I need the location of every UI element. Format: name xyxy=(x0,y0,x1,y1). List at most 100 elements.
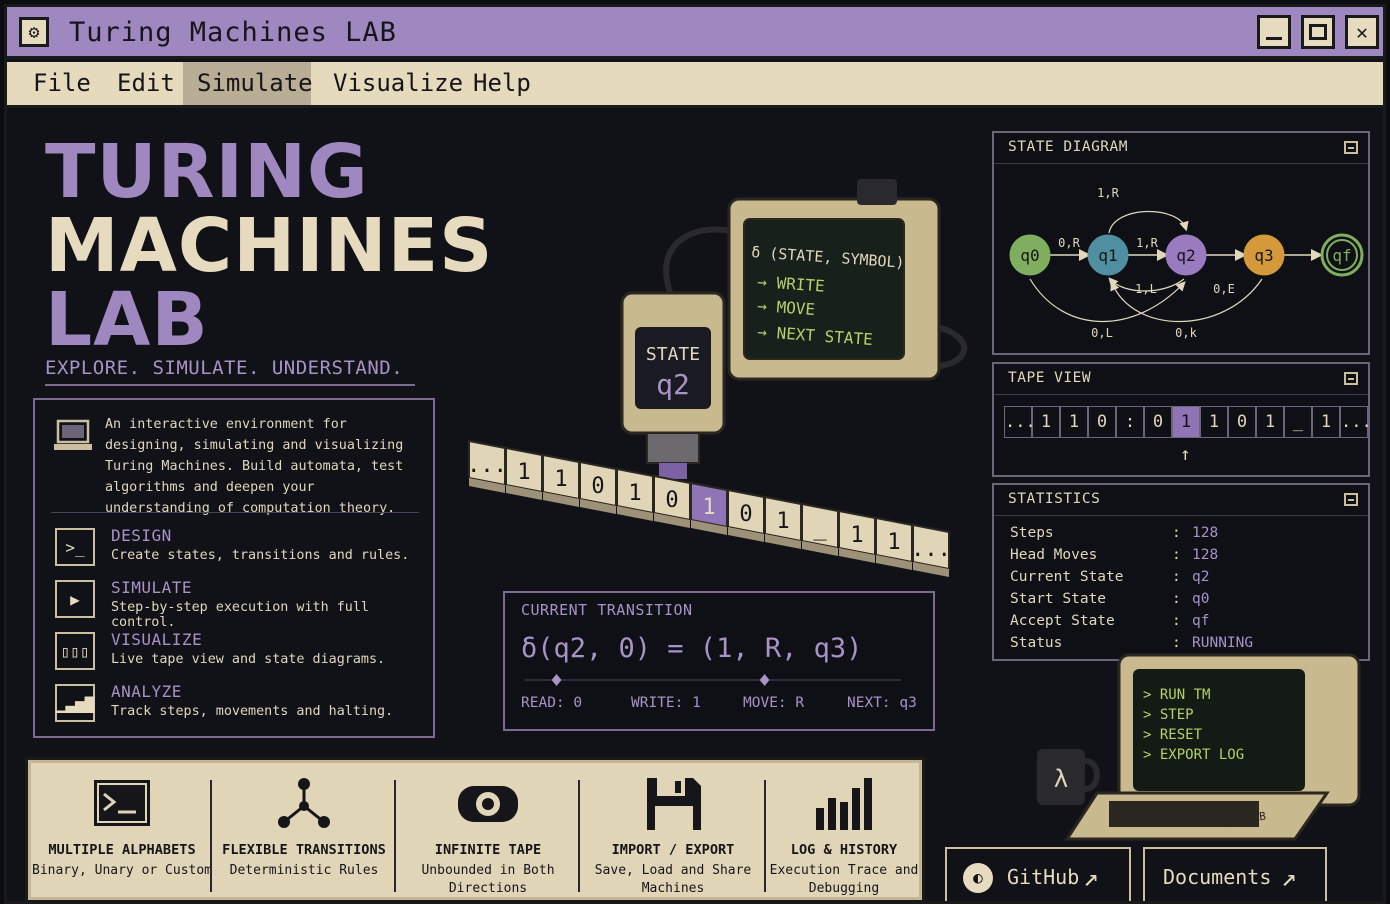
turing-machine-illustration: δ (STATE, SYMBOL) → WRITE → MOVE → NEXT … xyxy=(467,179,968,577)
menu-simulate[interactable]: Simulate xyxy=(183,62,313,105)
tape-view-cell: ... xyxy=(1004,406,1036,438)
stat-row: Steps : 128 xyxy=(1010,525,1219,541)
feature-title: LOG & HISTORY xyxy=(790,842,898,858)
tape-view-cell: 1 xyxy=(1312,406,1340,438)
edge-label: 0,R xyxy=(1058,236,1080,250)
feature-simulate: ▶ SIMULATE Step-by-step execution with f… xyxy=(51,578,427,630)
tape-cell: _ xyxy=(801,502,839,556)
tape-symbol: 0 xyxy=(591,474,604,499)
menu-bar: File Edit Simulate Visualize Help xyxy=(7,62,1383,108)
panel-title: STATE DIAGRAM xyxy=(1008,139,1128,155)
stat-value: 128 xyxy=(1192,547,1219,563)
stat-row: Start State : q0 xyxy=(1010,591,1210,607)
menu-file[interactable]: File xyxy=(19,62,105,105)
feature-title: VISUALIZE xyxy=(111,630,203,649)
divider xyxy=(994,394,1368,395)
state-diagram: 1,R 0,R 1,R 1,L 0,E 0,L 0,k q0 q1 q2 q3 qf xyxy=(1009,186,1364,340)
head-arrow-icon: ↑ xyxy=(1180,444,1191,465)
tape-symbol: 0 xyxy=(665,488,678,513)
stat-value: q0 xyxy=(1192,591,1210,607)
feature-title: MULTIPLE ALPHABETS xyxy=(48,842,196,858)
next-value: NEXT: q3 xyxy=(847,695,917,711)
menu-edit[interactable]: Edit xyxy=(103,62,189,105)
tape-cell: 1 xyxy=(838,509,876,563)
tape-cell: 0 xyxy=(579,460,617,514)
retro-computer-illustration: > RUN TM > STEP > RESET > EXPORT LOG TM … xyxy=(1037,653,1361,841)
edge-label: 1,L xyxy=(1135,282,1157,296)
terminal-line: > EXPORT LOG xyxy=(1143,747,1244,763)
collapse-button[interactable] xyxy=(1344,141,1358,154)
documents-button[interactable]: Documents ↗ xyxy=(1143,847,1327,901)
move-value: MOVE: R xyxy=(743,695,805,711)
external-link-icon: ↗ xyxy=(1083,863,1099,893)
tape-view-cell: 1 xyxy=(1032,406,1060,438)
status-value: RUNNING xyxy=(1192,635,1254,651)
tape-symbol: 1 xyxy=(887,530,900,555)
github-label: GitHub xyxy=(1007,865,1080,889)
external-link-icon: ↗ xyxy=(1281,863,1297,893)
stat-row: Head Moves : 128 xyxy=(1010,547,1219,563)
feature-design: >_ DESIGN Create states, transitions and… xyxy=(51,526,427,572)
state-diagram-panel: STATE DIAGRAM 1,R 0,R 1,R 1,L 0,E 0,L 0,… xyxy=(992,131,1370,355)
feature-import-export: IMPORT / EXPORT Save, Load and Share Mac… xyxy=(580,760,766,900)
feature-title: ANALYZE xyxy=(111,682,182,701)
laptop-icon xyxy=(54,419,92,450)
menu-help[interactable]: Help xyxy=(459,62,545,105)
menu-visualize[interactable]: Visualize xyxy=(319,62,477,105)
tape-symbol: 1 xyxy=(850,523,863,548)
tagline: EXPLORE. SIMULATE. UNDERSTAND. xyxy=(45,357,404,379)
divider xyxy=(994,163,1368,164)
feature-subtitle: Execution Trace and Debugging xyxy=(769,863,919,896)
feature-subtitle: Unbounded in Both Directions xyxy=(421,863,555,896)
terminal-line: > RESET xyxy=(1143,727,1203,743)
monitor-knob xyxy=(857,179,897,205)
title-bar: ⚙ Turing Machines LAB ✕ xyxy=(7,7,1383,59)
read-write-head xyxy=(659,463,687,479)
edge-label: 0,k xyxy=(1175,326,1197,340)
stat-value: 128 xyxy=(1192,525,1219,541)
screen-line: → MOVE xyxy=(757,296,816,319)
tape-symbol: _ xyxy=(813,516,827,541)
stat-label: Head Moves xyxy=(1010,547,1098,563)
feature-analyze: ▁▃▅▇ ANALYZE Track steps, movements and … xyxy=(51,682,427,728)
tape-cell: 1 xyxy=(542,453,580,507)
feature-title: IMPORT / EXPORT xyxy=(611,842,735,858)
github-button[interactable]: ◐ GitHub ↗ xyxy=(945,847,1131,901)
tape-cell: ... xyxy=(911,523,951,577)
feature-title: DESIGN xyxy=(111,526,172,545)
tape-reel-icon xyxy=(458,786,518,822)
collapse-button[interactable] xyxy=(1344,493,1358,506)
minimize-icon xyxy=(1266,36,1282,40)
terminal-icon xyxy=(94,780,150,826)
current-transition-panel: CURRENT TRANSITION δ(q2, 0) = (1, R, q3)… xyxy=(503,591,935,731)
documents-label: Documents xyxy=(1163,865,1272,889)
edge-label: 1,R xyxy=(1097,186,1119,200)
tape-view-cell: 1 xyxy=(1172,406,1200,438)
minimize-button[interactable] xyxy=(1257,15,1291,49)
feature-desc: Create states, transitions and rules. xyxy=(111,548,410,563)
tape-view-panel: TAPE VIEW ... 1 1 0:0 1 1 0 1 _ 1... ↑ xyxy=(992,362,1372,477)
stat-value: q2 xyxy=(1192,569,1210,585)
tape-cell: 1 xyxy=(764,495,802,549)
stat-row: Current State : q2 xyxy=(1010,569,1210,585)
hero-title-line1: TURING xyxy=(45,129,369,215)
edge-label: 0,E xyxy=(1213,282,1235,296)
tape-view-cell: _ xyxy=(1284,406,1312,438)
tape-view-cell: : xyxy=(1116,406,1144,438)
lambda-icon: λ xyxy=(1054,765,1068,793)
collapse-button[interactable] xyxy=(1344,372,1358,385)
maximize-button[interactable] xyxy=(1301,15,1335,49)
close-button[interactable]: ✕ xyxy=(1345,15,1379,49)
tape-view-cell: 1 xyxy=(1060,406,1088,438)
feature-subtitle: Save, Load and Share Machines xyxy=(594,863,752,896)
gear-icon: ⚙ xyxy=(19,17,49,47)
tape-cell: 0 xyxy=(653,474,691,528)
feature-title: FLEXIBLE TRANSITIONS xyxy=(222,842,386,858)
feature-desc: Live tape view and state diagrams. xyxy=(111,652,386,667)
tape-view-cell: 1 xyxy=(1256,406,1284,438)
info-panel: An interactive environment for designing… xyxy=(33,398,435,738)
tape-view-cell: 0 xyxy=(1088,406,1116,438)
tape-view-cell: 0 xyxy=(1144,406,1172,438)
stat-label: Start State xyxy=(1010,591,1107,607)
state-value: q2 xyxy=(656,368,690,401)
